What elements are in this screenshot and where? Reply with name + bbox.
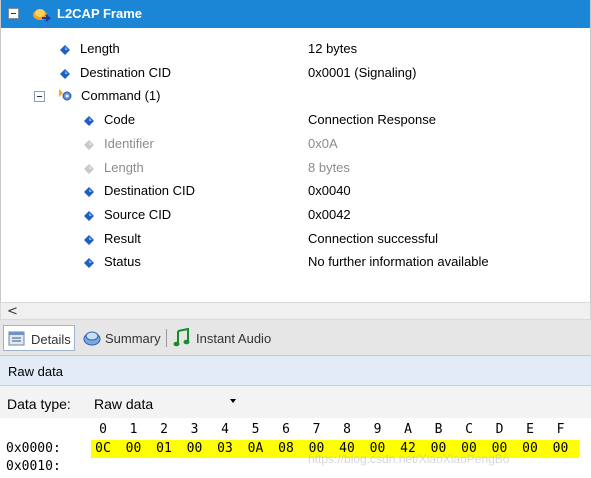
- tab-instant-audio-label: Instant Audio: [196, 331, 272, 346]
- field-diamond-icon: [84, 138, 94, 150]
- field-label: Result: [104, 230, 141, 246]
- decode-tree-panel: L2CAP Frame Length 12 bytes Destination CI…: [0, 0, 591, 302]
- hex-byte: 01: [156, 441, 172, 456]
- tab-summary[interactable]: Summary: [80, 325, 162, 351]
- tree-row[interactable]: Destination CID 0x0040: [1, 179, 590, 201]
- hex-column-header: A: [404, 422, 412, 437]
- audio-note-icon: [173, 328, 190, 347]
- field-value: Connection Response: [308, 112, 436, 128]
- hex-column-header: B: [434, 422, 443, 437]
- hex-column-header: 1: [129, 422, 138, 437]
- tree-row[interactable]: Length 12 bytes: [1, 37, 590, 59]
- hex-byte: 08: [278, 441, 294, 456]
- command-gear-icon: [59, 89, 72, 101]
- tree-row[interactable]: Length 8 bytes: [1, 156, 590, 178]
- tree-row[interactable]: Destination CID 0x0001 (Signaling): [1, 61, 590, 83]
- summary-icon: [83, 331, 101, 346]
- horizontal-scrollbar[interactable]: <: [0, 302, 591, 320]
- tab-details[interactable]: Details: [3, 325, 75, 351]
- collapse-icon[interactable]: [8, 8, 19, 19]
- tree-row[interactable]: Status No further information available: [1, 250, 590, 272]
- hex-column-header: 2: [160, 422, 168, 437]
- data-type-select[interactable]: Raw data: [88, 391, 242, 415]
- field-label: Length: [80, 41, 120, 56]
- raw-data-header: Raw data: [0, 356, 591, 386]
- tree-row[interactable]: Code Connection Response: [1, 108, 590, 130]
- hex-byte: 0C: [95, 441, 111, 456]
- frame-icon: [33, 9, 51, 22]
- tab-summary-label: Summary: [105, 331, 161, 346]
- hex-offset: 0x0010:: [6, 459, 61, 474]
- hex-column-header: F: [556, 422, 565, 437]
- tab-instant-audio[interactable]: Instant Audio: [170, 325, 282, 351]
- hex-byte: 0A: [247, 441, 264, 456]
- data-type-label: Data type:: [7, 396, 71, 412]
- hex-column-header: 4: [221, 422, 229, 437]
- hex-byte: 03: [217, 441, 233, 456]
- hex-column-header: C: [465, 422, 473, 437]
- hex-column-header: D: [495, 422, 504, 437]
- hex-column-header: 3: [190, 422, 199, 437]
- view-tabs: Details Summary Instant Audio: [0, 320, 591, 356]
- data-type-bar: Data type: Raw data: [0, 386, 591, 418]
- field-diamond-icon: [84, 209, 94, 221]
- hex-byte: 00: [125, 441, 142, 456]
- hex-column-headers: 0 1 2 3 4 5 6 7 8 9 A B C D E F: [0, 421, 591, 439]
- hex-byte: 00: [552, 441, 569, 456]
- watermark: https://blog.csdn.net/XiaoXiaoPengBo: [308, 452, 510, 466]
- frame-title: L2CAP Frame: [57, 6, 143, 21]
- field-value: 0x0A: [308, 135, 338, 151]
- command-label: Command (1): [81, 88, 161, 104]
- chevron-down-icon[interactable]: [230, 399, 236, 403]
- field-value: 0x0001 (Signaling): [308, 64, 417, 80]
- hex-column-header: 0: [99, 422, 107, 437]
- field-value: 0x0040: [308, 183, 351, 199]
- field-label: Destination CID: [80, 64, 172, 80]
- hex-byte: 00: [186, 441, 203, 456]
- hex-column-header: 9: [373, 422, 382, 437]
- data-type-value: Raw data: [94, 396, 154, 412]
- field-value: 0x0042: [308, 206, 351, 222]
- field-diamond-icon: [60, 67, 70, 79]
- field-label: Source CID: [104, 206, 172, 222]
- hex-column-header: 6: [282, 422, 290, 437]
- field-label: Status: [104, 254, 141, 270]
- field-value: Connection successful: [308, 230, 439, 246]
- field-diamond-icon: [84, 162, 94, 174]
- hex-column-header: 8: [343, 422, 351, 437]
- hex-view[interactable]: 0123456789ABCDEF 0x0000: 0C 00 01 00 03 0A 08 00…: [0, 418, 591, 478]
- command-row[interactable]: Command (1): [1, 84, 590, 106]
- field-value: 8 bytes: [308, 159, 350, 175]
- tab-details-label: Details: [31, 332, 71, 347]
- field-label: Code: [104, 112, 136, 128]
- field-label: Length: [104, 159, 144, 175]
- field-diamond-icon: [60, 43, 70, 55]
- field-diamond-icon: [84, 114, 94, 127]
- details-icon: [8, 331, 25, 346]
- hex-byte: 00: [522, 441, 538, 456]
- tree-row[interactable]: Identifier 0x0A: [1, 132, 590, 154]
- hex-column-header: 5: [251, 422, 260, 437]
- tree-row[interactable]: Result Connection successful: [1, 227, 590, 249]
- field-diamond-icon: [84, 185, 94, 198]
- scroll-left-arrow-icon[interactable]: <: [7, 304, 18, 319]
- field-value: No further information available: [308, 254, 489, 270]
- hex-offset: 0x0000:: [6, 441, 61, 456]
- field-label: Destination CID: [104, 183, 196, 199]
- field-label: Identifier: [104, 135, 154, 151]
- hex-column-header: 7: [312, 422, 321, 437]
- field-value: 12 bytes: [308, 41, 358, 56]
- hex-column-header: E: [526, 422, 534, 437]
- tab-separator: [166, 329, 167, 347]
- raw-data-title: Raw data: [8, 364, 63, 379]
- field-diamond-icon: [84, 256, 94, 269]
- tree-row[interactable]: Source CID 0x0042: [1, 203, 590, 225]
- collapse-icon[interactable]: [34, 91, 45, 103]
- field-diamond-icon: [84, 233, 94, 245]
- l2cap-frame-row[interactable]: L2CAP Frame: [1, 0, 590, 28]
